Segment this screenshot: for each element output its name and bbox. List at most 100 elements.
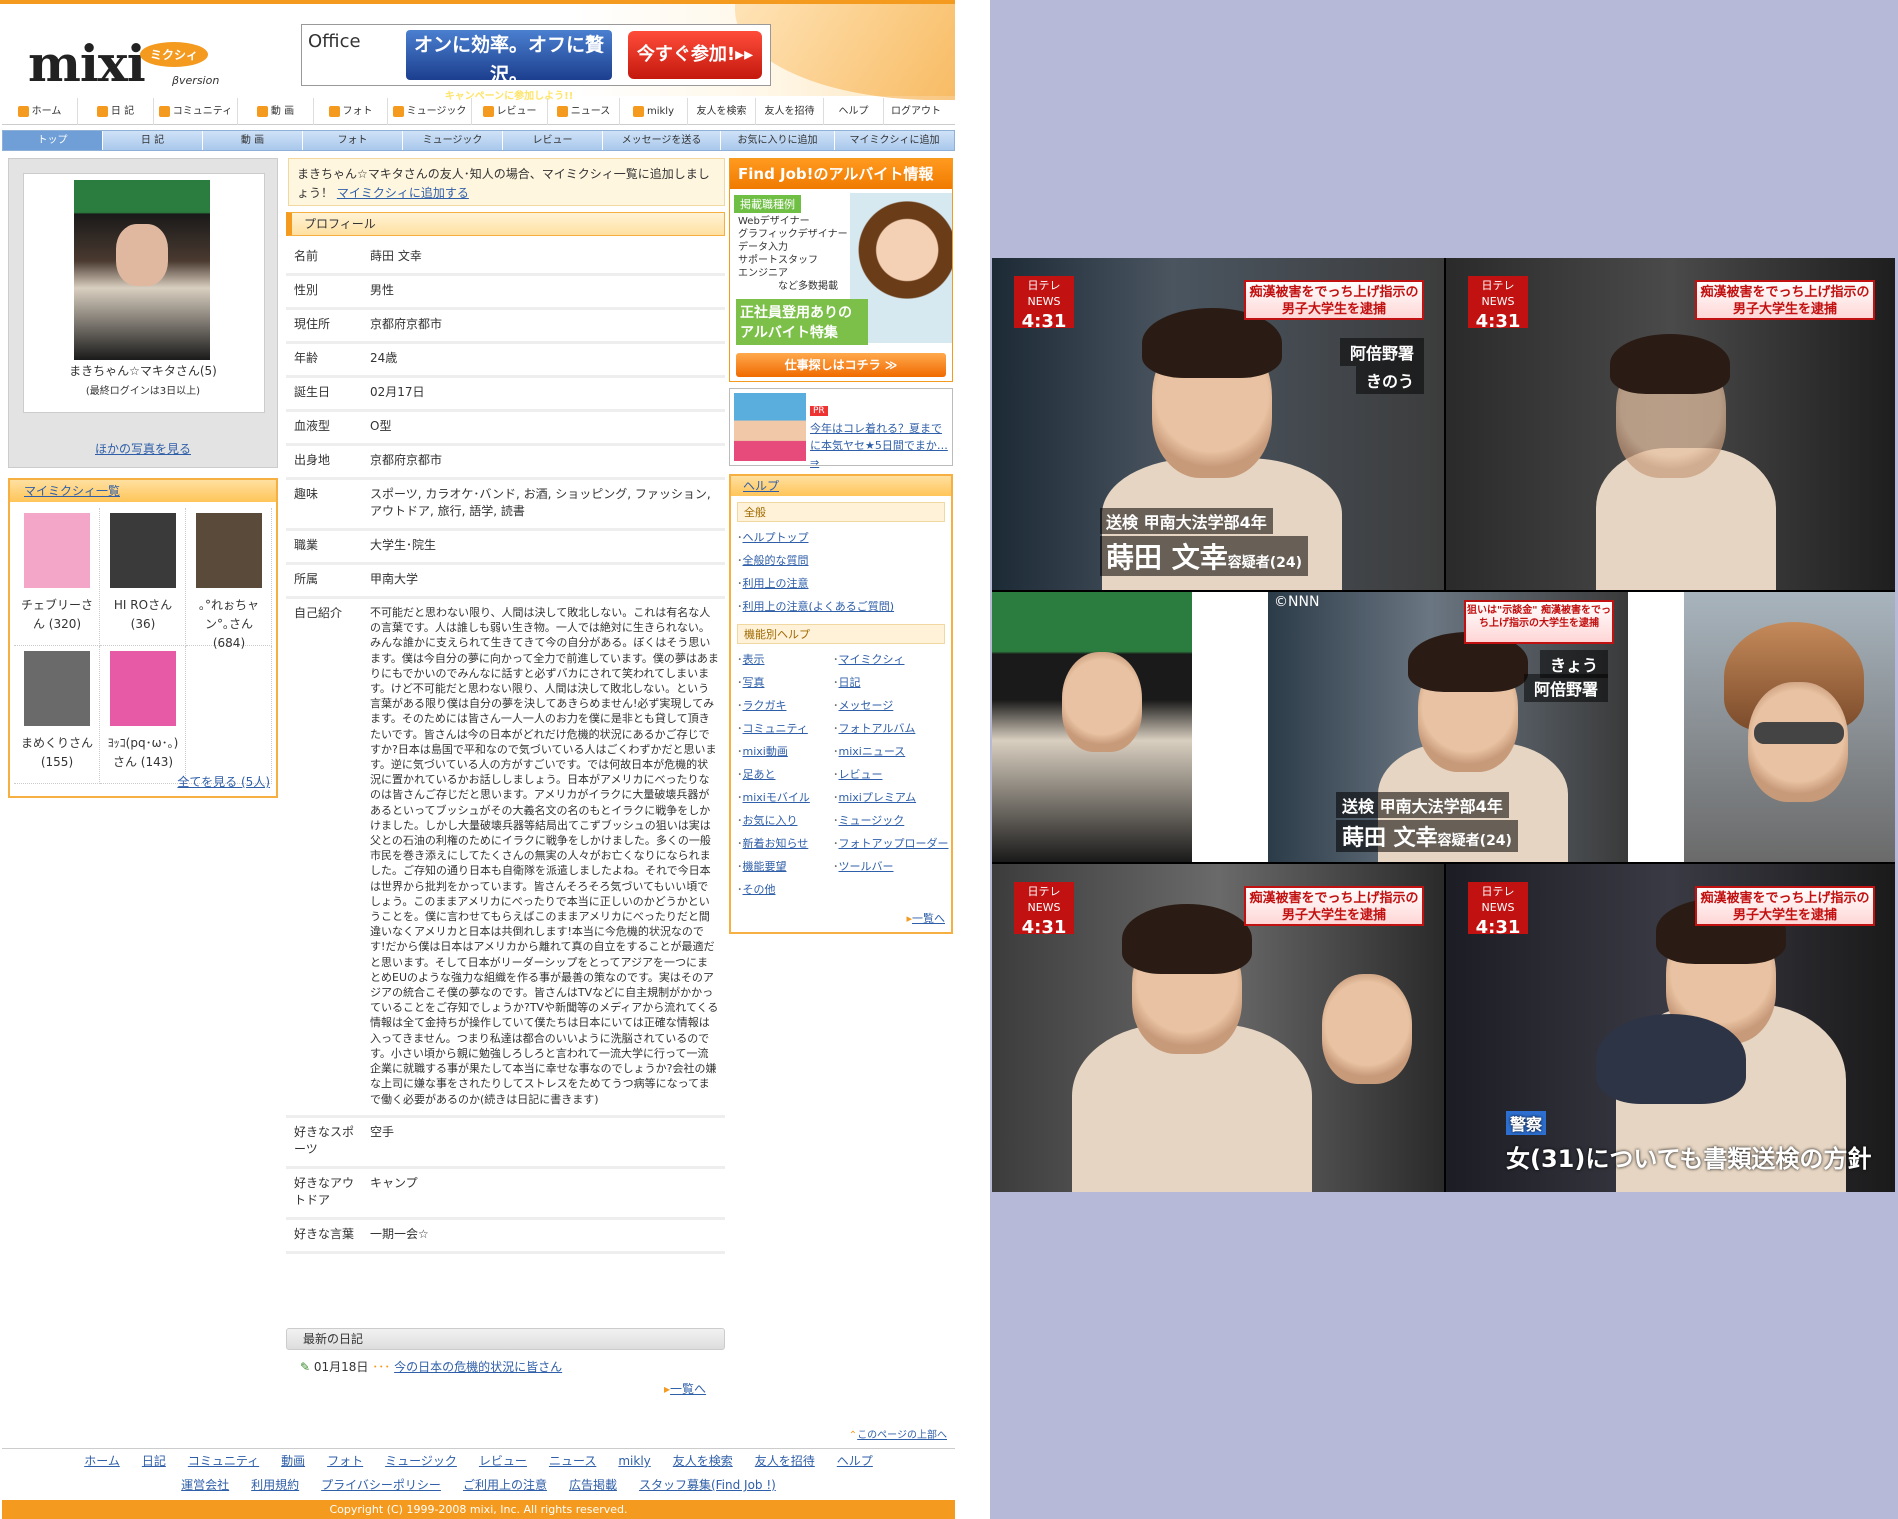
footer-link[interactable]: コミュニティ [188,1449,259,1473]
help-feature-item[interactable]: ･新着お知らせ [737,832,833,855]
add-mymixi-link[interactable]: マイミクシィに追加する [337,186,469,200]
nav-news[interactable]: ニュース [548,98,620,125]
friend-name[interactable]: ｡°れぉちャン°｡さん (684) [188,596,270,653]
footer-link[interactable]: 友人を招待 [755,1449,815,1473]
friend-item[interactable]: ｡°れぉちャン°｡さん (684) [186,508,272,650]
pr-ad[interactable]: PR 今年はコレ着れる？夏までに本気ヤセ★5日間でまか…⇒ [729,388,953,469]
diary-more-text[interactable]: 一覧へ [670,1382,706,1396]
help-general-item[interactable]: ･全般的な質問 [737,549,951,572]
footer-link[interactable]: 動画 [281,1449,305,1473]
help-feature-item[interactable]: ･メッセージ [833,694,951,717]
friend-thumbnail[interactable] [24,513,90,588]
help-link[interactable]: 日記 [839,676,861,689]
friend-name[interactable]: チェブリーさん (320) [16,596,98,634]
help-link[interactable]: 新着お知らせ [743,837,809,850]
nav-mikly[interactable]: mikly [620,98,688,125]
pr-ad-text[interactable]: PR 今年はコレ着れる？夏までに本気ヤセ★5日間でまか…⇒ [810,401,952,471]
nav-logout[interactable]: ログアウト [884,98,948,125]
banner-cta-button[interactable]: 今すぐ参加!▸▸ [628,31,762,79]
help-feature-item[interactable]: ･mixiニュース [833,740,951,763]
friend-thumbnail[interactable] [110,513,176,588]
help-list-link[interactable]: ▸一覧へ [906,910,945,926]
help-feature-item[interactable]: ･レビュー [833,763,951,786]
help-link[interactable]: 利用上の注意 [743,577,809,590]
friend-item[interactable]: HI ROさん (36) [100,508,186,646]
diary-list-link[interactable]: ▸一覧へ [664,1380,706,1397]
help-link[interactable]: 機能要望 [743,860,787,873]
subnav-top[interactable]: トップ [3,131,103,150]
help-link[interactable]: ツールバー [839,860,894,873]
help-link[interactable]: ミュージック [839,814,905,827]
friend-item[interactable]: まめくりさん (155) [14,646,100,784]
footer-link[interactable]: プライバシーポリシー [321,1473,441,1497]
help-feature-item[interactable]: ･フォトアルバム [833,717,951,740]
help-link[interactable]: レビュー [839,768,883,781]
findjob-button[interactable]: 仕事探しはコチラ ≫ [736,353,946,377]
help-title[interactable]: ヘルプ [743,479,779,493]
see-all-text[interactable]: 全てを見る (5人) [177,775,270,789]
subnav-diary[interactable]: 日 記 [103,131,203,150]
footer-link[interactable]: スタッフ募集(Find Job !) [639,1473,776,1497]
nav-photo[interactable]: フォト [314,98,388,125]
help-link[interactable]: マイミクシィ [839,653,905,666]
help-more-text[interactable]: 一覧へ [912,912,945,925]
help-feature-item[interactable]: ･コミュニティ [737,717,833,740]
footer-link[interactable]: ご利用上の注意 [463,1473,547,1497]
pr-ad-link[interactable]: 今年はコレ着れる？夏までに本気ヤセ★5日間でまか…⇒ [810,422,948,469]
help-link[interactable]: 利用上の注意(よくあるご質問) [743,600,895,613]
help-link[interactable]: mixiモバイル [743,791,810,804]
profile-photo[interactable] [74,180,210,360]
help-feature-item[interactable]: ･表示 [737,648,833,671]
friend-thumbnail[interactable] [110,651,176,726]
friend-name[interactable]: HI ROさん (36) [102,596,184,634]
mixi-logo[interactable]: mixi [28,34,146,93]
mymixi-heading[interactable]: マイミクシィ一覧 [10,480,276,502]
subnav-add-mymixi[interactable]: マイミクシィに追加 [835,131,954,150]
footer-link[interactable]: ニュース [549,1449,596,1473]
help-feature-item[interactable]: ･mixi動画 [737,740,833,763]
more-photos-link[interactable]: ほかの写真を見る [8,440,278,457]
findjob-ad[interactable]: Find Job!のアルバイト情報 掲載職種例 Webデザイナー グラフィックデ… [729,158,953,382]
subnav-add-favorite[interactable]: お気に入りに追加 [721,131,835,150]
page-top-text[interactable]: このページの上部へ [857,1430,947,1441]
page-top-link[interactable]: ⌃このページの上部へ [849,1426,947,1441]
help-feature-item[interactable]: ･お気に入り [737,809,833,832]
help-feature-item[interactable]: ･mixiプレミアム [833,786,951,809]
help-link[interactable]: 足あと [743,768,776,781]
nav-diary[interactable]: 日 記 [78,98,154,125]
help-general-item[interactable]: ･利用上の注意(よくあるご質問) [737,595,951,618]
help-link[interactable]: mixi動画 [743,745,788,758]
nav-find-friends[interactable]: 友人を検索 [688,98,756,125]
see-all-friends-link[interactable]: 全てを見る (5人) [177,773,270,790]
help-feature-item[interactable]: ･足あと [737,763,833,786]
friend-thumbnail[interactable] [196,513,262,588]
footer-link[interactable]: レビュー [479,1449,527,1473]
help-general-item[interactable]: ･利用上の注意 [737,572,951,595]
more-photos-text[interactable]: ほかの写真を見る [95,442,191,456]
footer-link[interactable]: 友人を検索 [673,1449,733,1473]
subnav-send-message[interactable]: メッセージを送る [603,131,721,150]
help-feature-item[interactable]: ･フォトアップローダー [833,832,951,855]
footer-link[interactable]: ホーム [84,1449,120,1473]
friend-thumbnail[interactable] [24,651,90,726]
help-feature-item[interactable]: ･ミュージック [833,809,951,832]
help-feature-item[interactable]: ･写真 [737,671,833,694]
help-link[interactable]: 表示 [743,653,765,666]
footer-link[interactable]: 広告掲載 [569,1473,617,1497]
footer-link[interactable]: mikly [618,1449,650,1473]
help-feature-item[interactable]: ･mixiモバイル [737,786,833,809]
nav-home[interactable]: ホーム [2,98,78,125]
footer-link[interactable]: 利用規約 [251,1473,299,1497]
nav-music[interactable]: ミュージック [388,98,472,125]
help-link[interactable]: mixiプレミアム [839,791,917,804]
help-link[interactable]: フォトアップローダー [839,837,949,850]
help-feature-item[interactable]: ･機能要望 [737,855,833,878]
mymixi-title[interactable]: マイミクシィ一覧 [24,484,120,498]
diary-entry[interactable]: ✎ 01月18日 ･･･ 今の日本の危機的状況に皆さん [300,1358,562,1375]
nav-help[interactable]: ヘルプ [824,98,884,125]
help-link[interactable]: お気に入り [743,814,798,827]
subnav-photo[interactable]: フォト [303,131,403,150]
footer-link[interactable]: フォト [327,1449,363,1473]
help-feature-item[interactable]: ･ラクガキ [737,694,833,717]
help-link[interactable]: フォトアルバム [839,722,916,735]
